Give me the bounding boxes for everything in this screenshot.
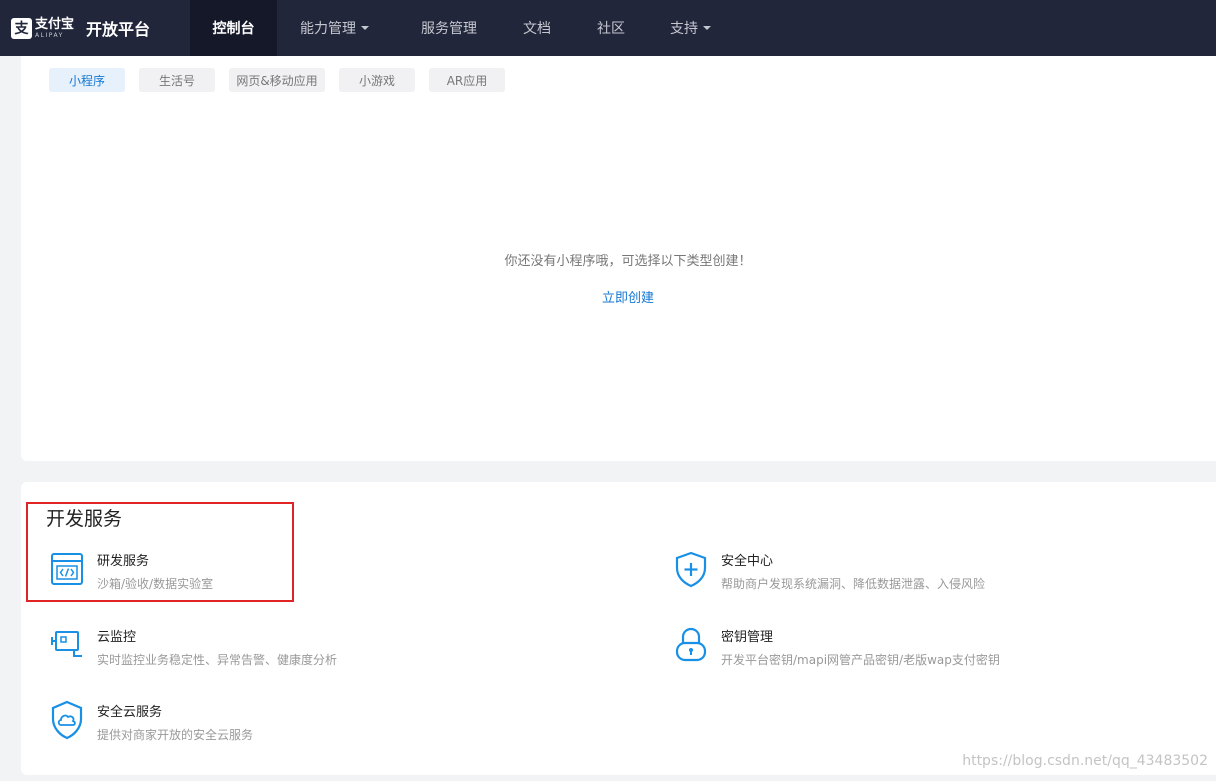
chevron-down-icon bbox=[703, 26, 711, 30]
shield-cloud-icon bbox=[50, 700, 84, 740]
empty-state-message: 你还没有小程序哦，可选择以下类型创建！ bbox=[504, 254, 752, 269]
logo-en-text: ALIPAY bbox=[35, 31, 64, 39]
nav-docs[interactable]: 文档 bbox=[506, 0, 568, 56]
service-security-cloud[interactable]: 安全云服务 提供对商家开放的安全云服务 bbox=[50, 700, 254, 743]
service-desc: 实时监控业务稳定性、异常告警、健康度分析 bbox=[97, 653, 338, 667]
lock-icon bbox=[674, 626, 708, 664]
nav-capability[interactable]: 能力管理 bbox=[277, 0, 392, 56]
alipay-logo-icon: 支 bbox=[11, 17, 32, 39]
logo[interactable]: 支 支付宝 ALIPAY 开放平台 bbox=[0, 0, 190, 56]
top-navbar: 支 支付宝 ALIPAY 开放平台 控制台 能力管理 服务管理 文档 社区 支持 bbox=[0, 0, 1216, 56]
nav-console-label: 控制台 bbox=[212, 21, 255, 37]
service-title: 研发服务 bbox=[97, 554, 150, 569]
service-title: 密钥管理 bbox=[721, 630, 774, 645]
nav-support[interactable]: 支持 bbox=[654, 0, 727, 56]
service-title: 安全云服务 bbox=[97, 705, 163, 720]
nav-console[interactable]: 控制台 bbox=[190, 0, 277, 56]
service-desc: 开发平台密钥/mapi网管产品密钥/老版wap支付密钥 bbox=[721, 653, 1000, 667]
app-list-card: 小程序 生活号 网页&移动应用 小游戏 AR应用 你还没有小程序哦，可选择以下类… bbox=[21, 56, 1216, 461]
service-title: 安全中心 bbox=[721, 554, 774, 569]
tab-miniprogram[interactable]: 小程序 bbox=[49, 68, 125, 92]
main-nav: 控制台 能力管理 服务管理 文档 社区 支持 bbox=[190, 0, 727, 56]
watermark: https://blog.csdn.net/qq_43483502 bbox=[962, 753, 1208, 769]
shield-plus-icon bbox=[674, 550, 708, 588]
service-key-management[interactable]: 密钥管理 开发平台密钥/mapi网管产品密钥/老版wap支付密钥 bbox=[674, 626, 1000, 668]
nav-community-label: 社区 bbox=[597, 21, 625, 37]
tab-lifestyle[interactable]: 生活号 bbox=[139, 68, 215, 92]
app-type-tabs: 小程序 生活号 网页&移动应用 小游戏 AR应用 bbox=[49, 68, 519, 92]
service-desc: 沙箱/验收/数据实验室 bbox=[97, 577, 214, 591]
section-title: 开发服务 bbox=[46, 508, 123, 530]
nav-service-label: 服务管理 bbox=[421, 21, 477, 37]
chevron-down-icon bbox=[361, 26, 369, 30]
tab-ar-app[interactable]: AR应用 bbox=[429, 68, 505, 92]
code-window-icon bbox=[50, 550, 84, 588]
service-title: 云监控 bbox=[97, 630, 137, 645]
nav-service[interactable]: 服务管理 bbox=[392, 0, 506, 56]
service-desc: 提供对商家开放的安全云服务 bbox=[97, 728, 254, 742]
monitor-camera-icon bbox=[50, 626, 84, 664]
create-now-link[interactable]: 立即创建 bbox=[602, 291, 654, 306]
tab-web-mobile[interactable]: 网页&移动应用 bbox=[229, 68, 325, 92]
tab-minigame[interactable]: 小游戏 bbox=[339, 68, 415, 92]
nav-capability-label: 能力管理 bbox=[300, 21, 356, 37]
logo-cn-text: 支付宝 bbox=[35, 16, 75, 32]
nav-community[interactable]: 社区 bbox=[568, 0, 654, 56]
nav-support-label: 支持 bbox=[670, 21, 698, 37]
service-desc: 帮助商户发现系统漏洞、降低数据泄露、入侵风险 bbox=[721, 577, 986, 591]
service-security-center[interactable]: 安全中心 帮助商户发现系统漏洞、降低数据泄露、入侵风险 bbox=[674, 550, 985, 592]
dev-services-card: 开发服务 研发服务 沙箱/验收/数据实验室 安全中心 帮助商户发现系统漏洞、降低… bbox=[21, 482, 1216, 775]
service-rd[interactable]: 研发服务 沙箱/验收/数据实验室 bbox=[50, 550, 213, 592]
nav-docs-label: 文档 bbox=[523, 21, 551, 37]
platform-title: 开放平台 bbox=[86, 20, 151, 39]
service-cloud-monitor[interactable]: 云监控 实时监控业务稳定性、异常告警、健康度分析 bbox=[50, 626, 337, 668]
